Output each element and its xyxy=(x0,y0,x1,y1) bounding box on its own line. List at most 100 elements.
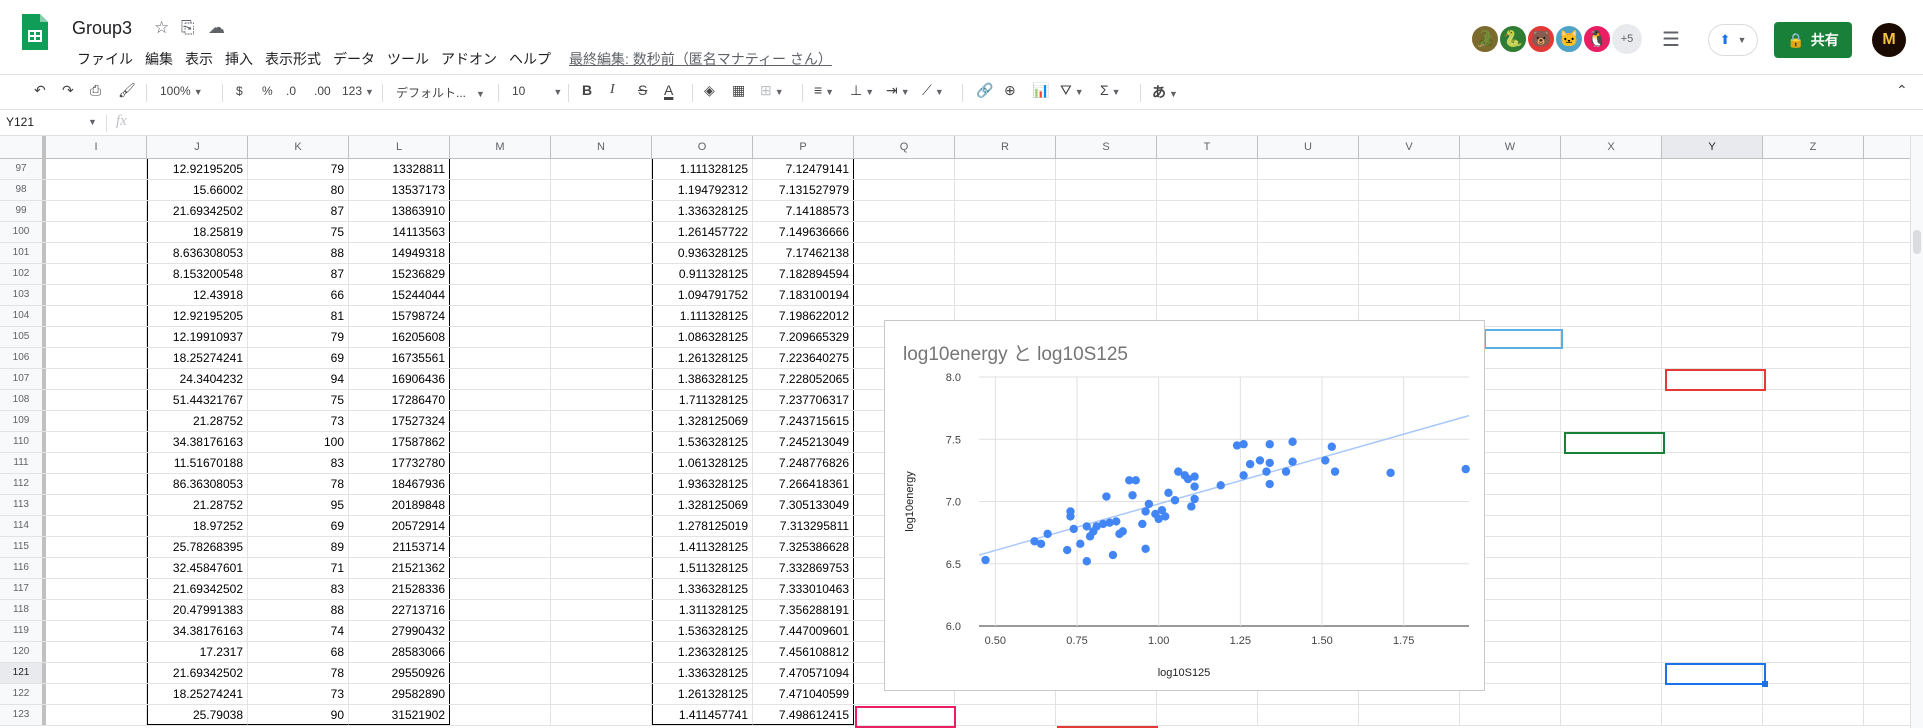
cell-n[interactable] xyxy=(551,453,652,473)
cell-j[interactable]: 34.38176163 xyxy=(147,432,248,452)
cell-x[interactable] xyxy=(1561,243,1662,263)
cell-j[interactable]: 12.19910937 xyxy=(147,327,248,347)
cell-v[interactable] xyxy=(1359,222,1460,242)
cell-k[interactable]: 73 xyxy=(248,684,349,704)
cell-n[interactable] xyxy=(551,390,652,410)
cell-k[interactable]: 88 xyxy=(248,243,349,263)
row-header[interactable]: 102 xyxy=(0,264,46,284)
cell-l[interactable]: 20572914 xyxy=(349,516,450,536)
cell-v[interactable] xyxy=(1359,705,1460,725)
cell-i[interactable] xyxy=(46,600,147,620)
cell-l[interactable]: 21521362 xyxy=(349,558,450,578)
row-header[interactable]: 123 xyxy=(0,705,46,725)
cell-n[interactable] xyxy=(551,306,652,326)
font-size-select[interactable]: 10 ▼ xyxy=(512,84,562,98)
vertical-scrollbar[interactable] xyxy=(1910,136,1923,728)
selected-cell[interactable] xyxy=(1665,663,1766,685)
cell-r[interactable] xyxy=(955,243,1056,263)
cell-o[interactable]: 1.336328125 xyxy=(652,663,753,683)
cell-y[interactable] xyxy=(1662,159,1763,179)
cell-z[interactable] xyxy=(1763,201,1864,221)
cell-n[interactable] xyxy=(551,579,652,599)
cell-l[interactable]: 27990432 xyxy=(349,621,450,641)
cell-t[interactable] xyxy=(1157,222,1258,242)
cell-n[interactable] xyxy=(551,243,652,263)
cell-l[interactable]: 16205608 xyxy=(349,327,450,347)
cell-i[interactable] xyxy=(46,369,147,389)
cell-z[interactable] xyxy=(1763,516,1864,536)
cell-x[interactable] xyxy=(1561,285,1662,305)
cell-j[interactable]: 12.92195205 xyxy=(147,306,248,326)
row-header[interactable]: 97 xyxy=(0,159,46,179)
cell-o[interactable]: 1.111328125 xyxy=(652,306,753,326)
cell-q[interactable] xyxy=(854,243,955,263)
cell-o[interactable]: 1.936328125 xyxy=(652,474,753,494)
cell-o[interactable]: 1.094791752 xyxy=(652,285,753,305)
cell-j[interactable]: 34.38176163 xyxy=(147,621,248,641)
cell-r[interactable] xyxy=(955,180,1056,200)
cell-y[interactable] xyxy=(1662,579,1763,599)
cell-y[interactable] xyxy=(1662,180,1763,200)
row-header[interactable]: 112 xyxy=(0,474,46,494)
cell-l[interactable]: 17527324 xyxy=(349,411,450,431)
cell-s[interactable] xyxy=(1056,285,1157,305)
cell-l[interactable]: 17587862 xyxy=(349,432,450,452)
share-button[interactable]: 🔒 共有 xyxy=(1774,22,1852,58)
cell-m[interactable] xyxy=(450,495,551,515)
cell-n[interactable] xyxy=(551,663,652,683)
cell-s[interactable] xyxy=(1056,222,1157,242)
cell-m[interactable] xyxy=(450,348,551,368)
cell-l[interactable]: 28583066 xyxy=(349,642,450,662)
cell-m[interactable] xyxy=(450,180,551,200)
cell-i[interactable] xyxy=(46,474,147,494)
cell-x[interactable] xyxy=(1561,495,1662,515)
column-header-i[interactable]: I xyxy=(46,136,147,158)
cell-highlight-green[interactable] xyxy=(1564,432,1665,454)
cell-n[interactable] xyxy=(551,201,652,221)
cell-k[interactable]: 87 xyxy=(248,201,349,221)
cell-o[interactable]: 1.411457741 xyxy=(652,705,753,725)
cell-i[interactable] xyxy=(46,411,147,431)
more-formats-select[interactable]: 123 ▼ xyxy=(342,84,374,98)
cell-y[interactable] xyxy=(1662,600,1763,620)
cell-i[interactable] xyxy=(46,222,147,242)
cell-n[interactable] xyxy=(551,705,652,725)
cell-z[interactable] xyxy=(1763,705,1864,725)
cell-p[interactable]: 7.498612415 xyxy=(753,705,854,725)
cell-t[interactable] xyxy=(1157,264,1258,284)
cell-s[interactable] xyxy=(1056,180,1157,200)
cell-highlight-pink[interactable] xyxy=(855,706,956,728)
cell-x[interactable] xyxy=(1561,390,1662,410)
column-header-s[interactable]: S xyxy=(1056,136,1157,158)
cell-x[interactable] xyxy=(1561,306,1662,326)
cell-p[interactable]: 7.305133049 xyxy=(753,495,854,515)
cell-i[interactable] xyxy=(46,579,147,599)
cell-x[interactable] xyxy=(1561,600,1662,620)
document-title[interactable]: Group3 xyxy=(72,18,132,39)
cell-x[interactable] xyxy=(1561,369,1662,389)
cell-z[interactable] xyxy=(1763,348,1864,368)
cell-j[interactable]: 11.51670188 xyxy=(147,453,248,473)
cell-n[interactable] xyxy=(551,432,652,452)
row-header[interactable]: 99 xyxy=(0,201,46,221)
cell-l[interactable]: 15798724 xyxy=(349,306,450,326)
cell-o[interactable]: 1.278125019 xyxy=(652,516,753,536)
cell-m[interactable] xyxy=(450,159,551,179)
cell-i[interactable] xyxy=(46,453,147,473)
cell-t[interactable] xyxy=(1157,201,1258,221)
cell-u[interactable] xyxy=(1258,159,1359,179)
cell-n[interactable] xyxy=(551,264,652,284)
cell-n[interactable] xyxy=(551,516,652,536)
cell-j[interactable]: 32.45847601 xyxy=(147,558,248,578)
cell-p[interactable]: 7.447009601 xyxy=(753,621,854,641)
cell-l[interactable]: 13328811 xyxy=(349,159,450,179)
row-header[interactable]: 115 xyxy=(0,537,46,557)
account-avatar[interactable]: M xyxy=(1872,23,1906,57)
cell-j[interactable]: 86.36308053 xyxy=(147,474,248,494)
cell-s[interactable] xyxy=(1056,159,1157,179)
cell-y[interactable] xyxy=(1662,285,1763,305)
cell-i[interactable] xyxy=(46,348,147,368)
cell-k[interactable]: 100 xyxy=(248,432,349,452)
cell-z[interactable] xyxy=(1763,642,1864,662)
cell-m[interactable] xyxy=(450,222,551,242)
